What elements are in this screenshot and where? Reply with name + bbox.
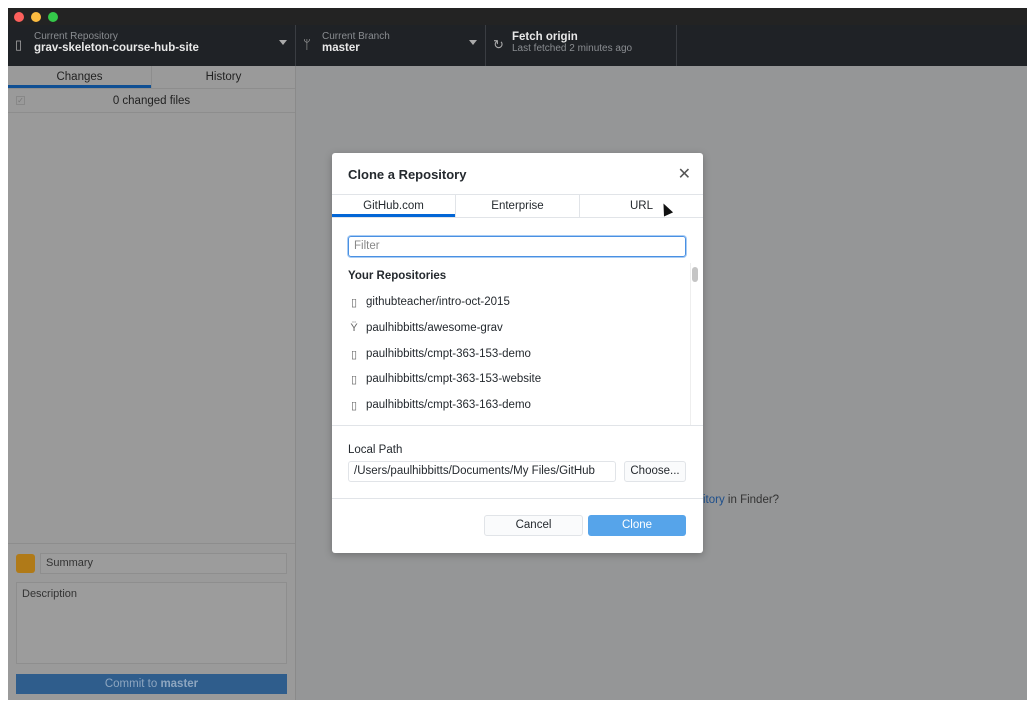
tab-github-com[interactable]: GitHub.com xyxy=(332,195,455,217)
list-item[interactable]: ▯ paulhibbitts/cmpt-363-163-demo xyxy=(348,395,531,415)
repo-name: paulhibbitts/awesome-grav xyxy=(366,322,503,334)
background-hint: itory in Finder? xyxy=(703,494,779,506)
section-heading: Your Repositories xyxy=(348,270,446,282)
branch-name: master xyxy=(322,42,485,54)
clone-repository-dialog: Clone a Repository ✕ GitHub.com Enterpris… xyxy=(332,153,703,553)
avatar xyxy=(16,554,35,573)
title-bar xyxy=(8,8,1027,25)
commit-panel: Summary Description Commit to master xyxy=(8,543,295,700)
close-window-button[interactable] xyxy=(14,12,24,22)
tab-enterprise[interactable]: Enterprise xyxy=(455,195,579,217)
fetch-subtitle: Last fetched 2 minutes ago xyxy=(512,43,676,54)
chevron-down-icon xyxy=(279,40,287,45)
repo-icon: ▯ xyxy=(348,373,360,386)
hint-text: in Finder? xyxy=(725,494,779,506)
sidebar: Changes History ✓ 0 changed files Summar… xyxy=(8,66,296,700)
repo-name: paulhibbitts/cmpt-363-163-demo xyxy=(366,399,531,411)
select-all-checkbox[interactable]: ✓ xyxy=(16,96,25,105)
changed-files-count: 0 changed files xyxy=(113,95,190,107)
changed-files-header: ✓ 0 changed files xyxy=(8,89,295,113)
summary-input[interactable]: Summary xyxy=(40,553,287,574)
fork-icon: Ÿ xyxy=(348,322,360,334)
repo-name: paulhibbitts/cmpt-363-153-demo xyxy=(366,348,531,360)
local-path-input[interactable]: /Users/paulhibbitts/Documents/My Files/G… xyxy=(348,461,616,482)
repo-name: paulhibbitts/cmpt-363-153-website xyxy=(366,373,541,385)
list-item[interactable]: ▯ paulhibbitts/cmpt-363-153-demo xyxy=(348,344,531,364)
repo-icon: ▯ xyxy=(348,348,360,361)
show-in-finder-link[interactable]: itory xyxy=(703,494,725,506)
scrollbar-thumb[interactable] xyxy=(692,267,698,282)
branch-icon: ᛘ xyxy=(303,37,311,52)
close-icon[interactable]: ✕ xyxy=(678,164,691,184)
list-item[interactable]: ▯ paulhibbitts/cmpt-363-153-website xyxy=(348,369,541,389)
current-repository-dropdown[interactable]: ▯ Current Repository grav-skeleton-cours… xyxy=(8,25,296,66)
commit-label: Commit to xyxy=(105,678,161,690)
current-branch-dropdown[interactable]: ᛘ Current Branch master xyxy=(296,25,486,66)
branch-label: Current Branch xyxy=(322,31,485,42)
commit-branch: master xyxy=(160,678,198,690)
local-path-label: Local Path xyxy=(348,444,402,456)
filter-input[interactable]: Filter xyxy=(348,236,686,257)
list-item[interactable]: ▯ githubteacher/intro-oct-2015 xyxy=(348,292,510,312)
commit-button[interactable]: Commit to master xyxy=(16,674,287,694)
choose-button[interactable]: Choose... xyxy=(624,461,686,482)
sync-icon: ↻ xyxy=(493,37,504,53)
zoom-window-button[interactable] xyxy=(48,12,58,22)
repo-icon: ▯ xyxy=(15,37,22,53)
repo-name: grav-skeleton-course-hub-site xyxy=(34,42,295,54)
minimize-window-button[interactable] xyxy=(31,12,41,22)
tab-changes[interactable]: Changes xyxy=(8,66,151,88)
chevron-down-icon xyxy=(469,40,477,45)
toolbar: ▯ Current Repository grav-skeleton-cours… xyxy=(8,25,1027,66)
repository-list: Your Repositories ▯ githubteacher/intro-o… xyxy=(332,263,703,426)
description-input[interactable]: Description xyxy=(16,582,287,664)
scrollbar[interactable] xyxy=(690,263,703,425)
repo-name: githubteacher/intro-oct-2015 xyxy=(366,296,510,308)
repo-icon: ▯ xyxy=(348,399,360,412)
fetch-origin-button[interactable]: ↻ Fetch origin Last fetched 2 minutes ag… xyxy=(486,25,677,66)
tab-history[interactable]: History xyxy=(151,66,295,88)
clone-button[interactable]: Clone xyxy=(588,515,686,536)
divider xyxy=(332,498,703,499)
repo-icon: ▯ xyxy=(348,296,360,309)
list-item[interactable]: Ÿpaulhibbitts/awesome-grav xyxy=(348,318,503,338)
fetch-title: Fetch origin xyxy=(512,31,676,43)
repo-label: Current Repository xyxy=(34,31,295,42)
tab-url[interactable]: URL xyxy=(579,195,703,217)
dialog-title: Clone a Repository xyxy=(348,167,466,182)
cancel-button[interactable]: Cancel xyxy=(484,515,583,536)
